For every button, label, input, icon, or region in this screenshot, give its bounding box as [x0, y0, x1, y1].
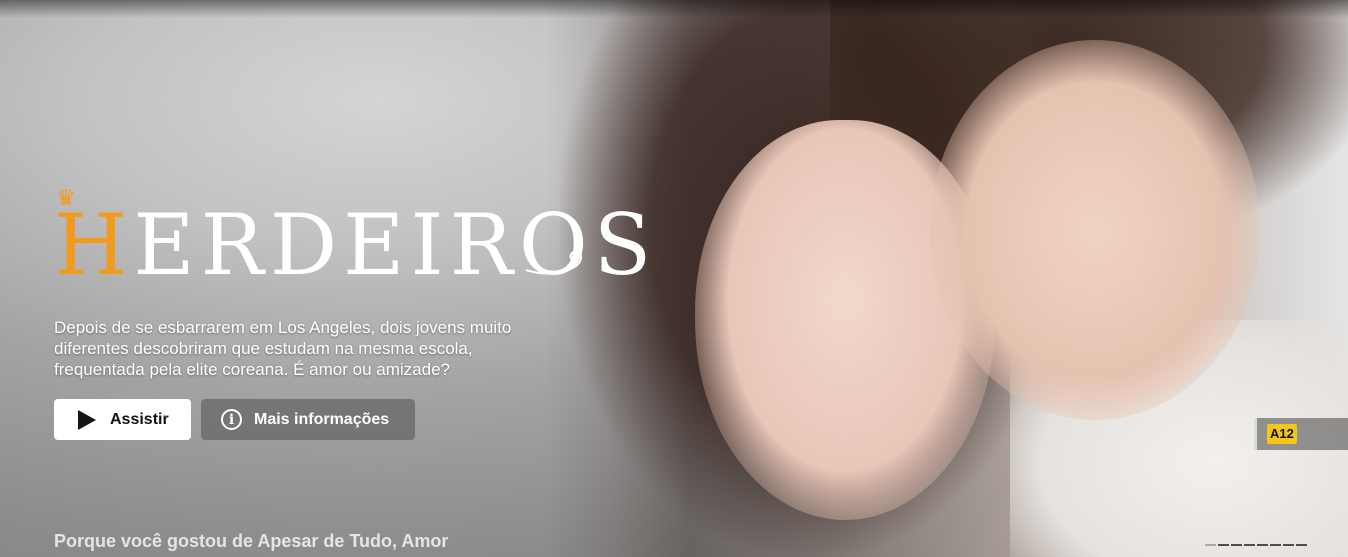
pagination-dot: [1283, 544, 1294, 546]
swirl-icon: [525, 250, 582, 275]
row-title[interactable]: Porque você gostou de Apesar de Tudo, Am…: [54, 531, 448, 552]
more-info-button-label: Mais informações: [254, 410, 390, 428]
hero-billboard: ♛ HERDEIROS Depois de se esbarrarem em L…: [0, 0, 1348, 557]
hero-image-layer: [930, 40, 1260, 420]
pagination-dot: [1296, 544, 1307, 546]
pagination-dot: [1257, 544, 1268, 546]
info-icon: i: [221, 409, 242, 430]
row-pagination: [1205, 544, 1307, 546]
title-first-letter: H: [54, 196, 134, 294]
top-shadow: [0, 0, 1348, 18]
play-button-label: Assistir: [110, 410, 169, 428]
play-icon: [78, 409, 96, 430]
synopsis: Depois de se esbarrarem em Los Angeles, …: [54, 318, 512, 379]
pagination-dot: [1270, 544, 1281, 546]
maturity-rating: A12: [1254, 418, 1348, 450]
pagination-dot: [1218, 544, 1229, 546]
maturity-badge: A12: [1267, 424, 1297, 444]
title-logo: ♛ HERDEIROS: [54, 187, 651, 300]
more-info-button[interactable]: i Mais informações: [201, 399, 415, 440]
pagination-dot: [1231, 544, 1242, 546]
play-button[interactable]: Assistir: [54, 399, 191, 440]
pagination-dot: [1244, 544, 1255, 546]
pagination-dot: [1205, 544, 1216, 546]
